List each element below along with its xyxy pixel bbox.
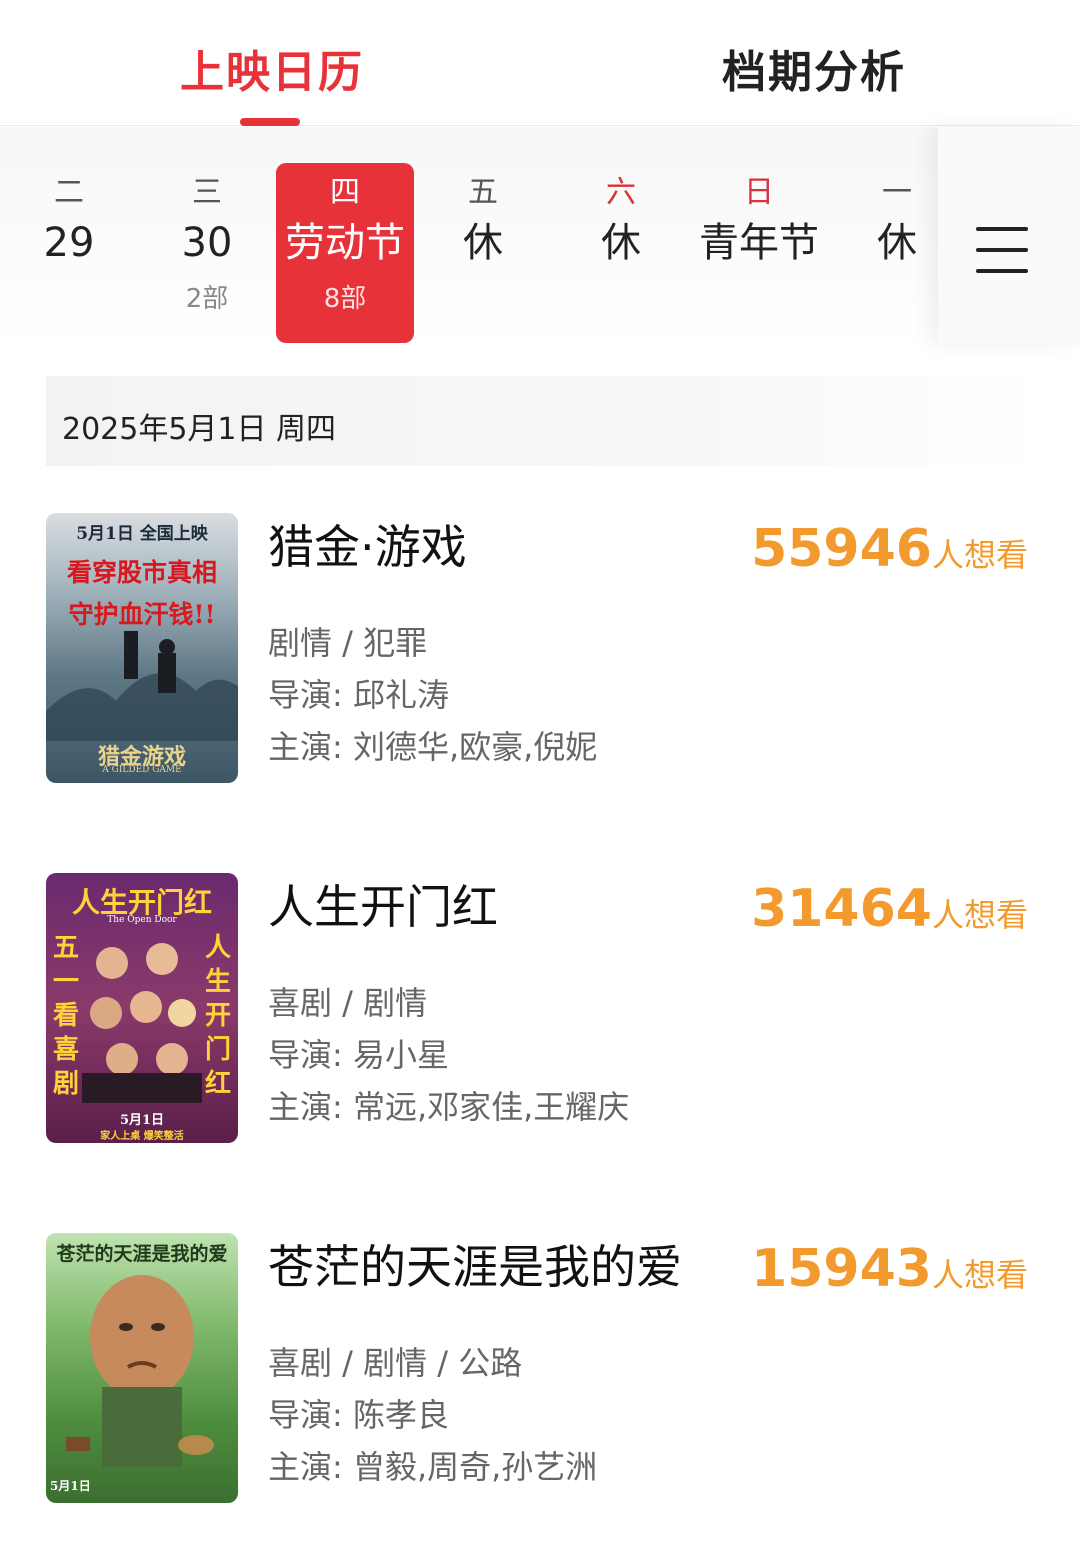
date-item-labor-day[interactable]: 四 劳动节 8部 xyxy=(276,163,414,343)
poster-film-name: 苍茫的天涯是我的爱 xyxy=(56,1243,228,1265)
movie-count xyxy=(414,273,552,325)
menu-bar xyxy=(976,248,1028,252)
movie-item[interactable]: 苍茫的天涯是我的爱 5月1日 苍茫的天涯是我的爱 15943人想看 喜剧 / 剧… xyxy=(0,1233,1080,1505)
tab-analysis[interactable]: 档期分析 xyxy=(722,36,906,100)
want-count: 15943 xyxy=(751,1239,932,1299)
movie-poster[interactable]: 5月1日 全国上映 看穿股市真相 守护血汗钱!! 猎金游戏 A GILDED G… xyxy=(46,513,238,783)
movie-title[interactable]: 人生开门红 xyxy=(268,877,498,937)
weekday-label: 三 xyxy=(192,175,222,210)
poster-vertical-text: 人生开门红 xyxy=(204,933,231,1099)
poster-film-subtitle: The Open Door xyxy=(107,915,177,925)
poster-figures xyxy=(46,631,238,741)
date-item-29[interactable]: 二 29 xyxy=(0,163,138,343)
movie-item[interactable]: 5月1日 全国上映 看穿股市真相 守护血汗钱!! 猎金游戏 A GILDED G… xyxy=(0,513,1080,785)
date-label: 29 xyxy=(43,220,95,266)
poster-slogan: 看穿股市真相 xyxy=(66,558,217,587)
want-to-see: 55946人想看 xyxy=(751,519,1028,579)
movie-director: 导演: 易小星 xyxy=(268,1036,449,1074)
movie-count xyxy=(690,273,828,325)
want-label: 人想看 xyxy=(931,1256,1028,1294)
movie-poster[interactable]: 苍茫的天涯是我的爱 5月1日 xyxy=(46,1233,238,1503)
movie-title[interactable]: 猎金·游戏 xyxy=(268,517,467,577)
date-item-holiday-sat[interactable]: 六 休 xyxy=(552,163,690,343)
movie-genre: 剧情 / 犯罪 xyxy=(268,624,428,662)
weekday-label: 日 xyxy=(744,175,774,210)
movie-count xyxy=(0,273,138,325)
hamburger-menu-icon[interactable] xyxy=(938,127,1080,345)
want-label: 人想看 xyxy=(931,896,1028,934)
movie-cast: 主演: 常远,邓家佳,王耀庆 xyxy=(268,1088,630,1126)
poster-film-subtitle: A GILDED GAME xyxy=(102,765,182,775)
poster-release-text: 5月1日 xyxy=(119,1113,165,1128)
menu-bar xyxy=(976,227,1028,231)
poster-figures xyxy=(82,943,202,1103)
want-to-see: 31464人想看 xyxy=(751,879,1028,939)
poster-tagline: 家人上桌 爆笑整活 xyxy=(100,1131,184,1142)
weekday-label: 五 xyxy=(468,175,498,210)
top-tab-bar: 上映日历 档期分析 xyxy=(0,0,1080,126)
date-label: 30 xyxy=(181,220,233,266)
date-strip: 二 29 三 30 2部 四 劳动节 8部 五 休 六 休 日 青年节 一 休 xyxy=(0,127,1080,345)
movie-title[interactable]: 苍茫的天涯是我的爱 xyxy=(268,1237,682,1297)
movie-item[interactable]: 人生开门红 The Open Door 五一看喜剧 人生开门红 5月1日 家人上… xyxy=(0,873,1080,1145)
want-label: 人想看 xyxy=(931,536,1028,574)
date-item-holiday-fri[interactable]: 五 休 xyxy=(414,163,552,343)
poster-release-text: 5月1日 全国上映 xyxy=(76,524,208,544)
poster-figures xyxy=(66,1275,214,1467)
movie-genre: 喜剧 / 剧情 / 公路 xyxy=(268,1344,523,1382)
selected-date-header: 2025年5月1日 周四 xyxy=(46,376,1046,466)
poster-slogan: 守护血汗钱!! xyxy=(68,600,216,629)
date-label: 青年节 xyxy=(699,220,819,266)
movie-director: 导演: 邱礼涛 xyxy=(268,676,449,714)
movie-cast: 主演: 刘德华,欧豪,倪妮 xyxy=(268,728,598,766)
date-label: 休 xyxy=(601,220,641,266)
movie-count: 8部 xyxy=(323,284,367,314)
movie-count xyxy=(552,273,690,325)
want-count: 55946 xyxy=(751,519,932,579)
poster-release-text: 5月1日 xyxy=(50,1479,91,1493)
weekday-label: 六 xyxy=(606,175,636,210)
movie-director: 导演: 陈孝良 xyxy=(268,1396,449,1434)
date-label: 劳动节 xyxy=(285,220,405,266)
menu-bar xyxy=(976,269,1028,273)
date-label: 休 xyxy=(463,220,503,266)
movie-count: 2部 xyxy=(185,284,229,314)
movie-poster[interactable]: 人生开门红 The Open Door 五一看喜剧 人生开门红 5月1日 家人上… xyxy=(46,873,238,1143)
weekday-label: 四 xyxy=(330,175,360,210)
movie-genre: 喜剧 / 剧情 xyxy=(268,984,428,1022)
date-item-30[interactable]: 三 30 2部 xyxy=(138,163,276,343)
tab-calendar[interactable]: 上映日历 xyxy=(180,36,364,100)
date-item-youth-day[interactable]: 日 青年节 xyxy=(690,163,828,343)
want-to-see: 15943人想看 xyxy=(751,1239,1028,1299)
want-count: 31464 xyxy=(751,879,932,939)
weekday-label: 二 xyxy=(54,175,84,210)
active-tab-indicator xyxy=(240,118,300,126)
movie-cast: 主演: 曾毅,周奇,孙艺洲 xyxy=(268,1448,598,1486)
poster-vertical-text: 五一看喜剧 xyxy=(52,933,79,1099)
